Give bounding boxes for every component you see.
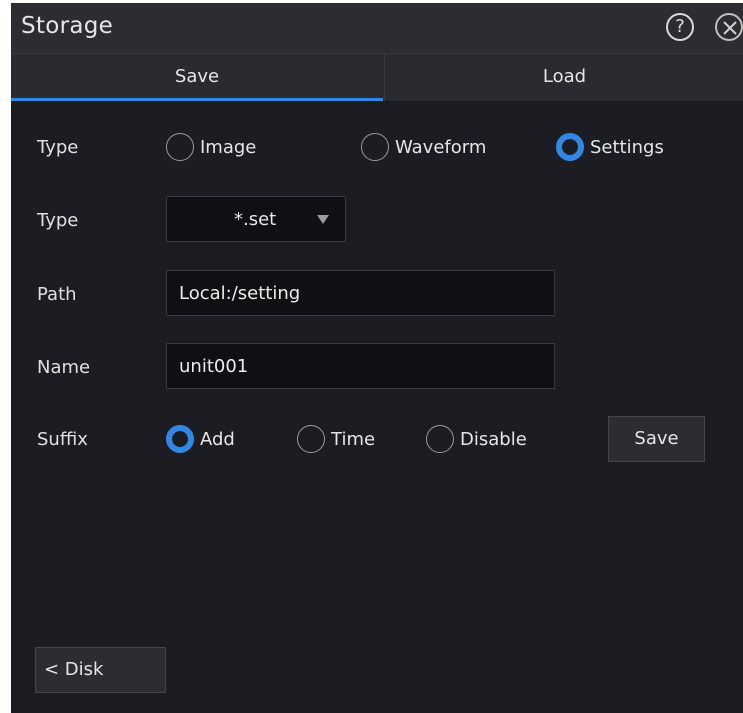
close-icon (723, 21, 737, 35)
type-radio-image[interactable]: Image (166, 133, 256, 161)
suffix-radio-add[interactable]: Add (166, 425, 235, 453)
close-button[interactable] (715, 13, 743, 41)
help-button[interactable]: ? (666, 13, 694, 41)
format-label: Type (37, 210, 79, 231)
chevron-down-icon (317, 215, 329, 224)
radio-checked-icon (166, 425, 194, 453)
suffix-option-label: Add (200, 428, 235, 450)
suffix-option-label: Time (331, 428, 376, 450)
type-option-label: Settings (590, 136, 664, 158)
dialog-title: Storage (21, 13, 114, 39)
type-label: Type (37, 137, 79, 158)
radio-unchecked-icon (361, 133, 389, 161)
suffix-option-label: Disable (460, 428, 527, 450)
storage-dialog: Storage ? Save Load Type Image Waveform … (11, 3, 743, 713)
tab-load[interactable]: Load (384, 54, 743, 101)
radio-checked-icon (556, 133, 584, 161)
type-radio-settings[interactable]: Settings (556, 133, 664, 161)
title-bar: Storage ? (11, 3, 743, 53)
suffix-radio-disable[interactable]: Disable (426, 425, 527, 453)
disk-back-button[interactable]: < Disk (35, 647, 166, 693)
save-button[interactable]: Save (608, 416, 705, 462)
suffix-radio-time[interactable]: Time (297, 425, 375, 453)
path-field[interactable]: Local:/setting (166, 270, 555, 316)
type-option-label: Image (200, 136, 257, 158)
tab-save[interactable]: Save (11, 54, 383, 101)
radio-unchecked-icon (166, 133, 194, 161)
file-format-select[interactable]: *.set (166, 196, 346, 242)
type-radio-waveform[interactable]: Waveform (361, 133, 486, 161)
radio-unchecked-icon (426, 425, 454, 453)
name-field[interactable]: unit001 (166, 343, 555, 389)
tab-bar: Save Load (11, 53, 743, 101)
suffix-label: Suffix (37, 429, 88, 450)
name-label: Name (37, 357, 91, 378)
path-label: Path (37, 284, 77, 305)
file-format-value: *.set (234, 209, 277, 230)
radio-unchecked-icon (297, 425, 325, 453)
type-option-label: Waveform (395, 136, 487, 158)
